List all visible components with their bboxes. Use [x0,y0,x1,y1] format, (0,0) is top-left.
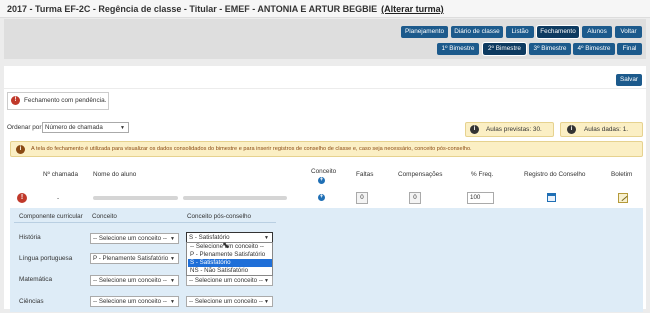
order-label: Ordenar por: [7,124,44,131]
save-button[interactable]: Salvar [616,74,642,86]
chevron-down-icon: ▼ [170,256,175,262]
warning-icon: ! [17,193,27,203]
listao-button[interactable]: Listão [506,26,534,38]
header-compensacoes: Compensações [398,171,443,178]
aulas-previstas-text: Aulas previstas: 30. [486,126,542,133]
aulas-dadas-box: i Aulas dadas: 1. [560,122,643,137]
pending-alert: ! Fechamento com pendência. [7,92,109,110]
bimestre-1-button[interactable]: 1º Bimestre [437,43,479,55]
info-icon: i [470,125,479,134]
chevron-down-icon: ▼ [170,299,175,305]
header-boletim: Boletim [611,171,633,178]
info-banner: i A tela do fechamento é utilizada para … [10,141,643,157]
pending-alert-text: Fechamento com pendência. [24,97,107,104]
chevron-down-icon: ▼ [264,278,269,284]
header-faltas: Faltas [356,171,374,178]
conceito-select[interactable]: -- Selecione um conceito -- ▼ [90,233,179,244]
page-title: 2017 - Turma EF-2C - Regência de classe … [7,4,444,14]
pos-conselho-select-value: -- Selecione um conceito -- [189,298,263,305]
mouse-cursor-icon: ⬉ [222,240,230,250]
final-button[interactable]: Final [617,43,642,55]
planejamento-button[interactable]: Planejamento [401,26,448,38]
chevron-down-icon: ▼ [120,125,125,131]
conceito-select[interactable]: -- Selecione um conceito -- ▼ [90,275,179,286]
student-name-redacted [183,196,287,200]
save-bar [4,66,646,88]
pos-conselho-select-value: -- Selecione um conceito -- [189,277,263,284]
conceito-select[interactable]: -- Selecione um conceito -- ▼ [90,296,179,307]
info-icon: i [16,145,25,154]
conceito-select-value: -- Selecione um conceito -- [93,298,167,305]
fechamento-button[interactable]: Fechamento [536,25,580,39]
student-name-redacted [93,196,178,200]
alunos-button[interactable]: Alunos [582,26,612,38]
subject-ciencias: Ciências [19,298,44,305]
header-sub-conceito: Conceito [92,213,117,220]
warning-icon: ! [11,96,20,105]
header-componente: Componente curricular [19,213,83,220]
change-class-link[interactable]: (Alterar turma) [381,4,444,14]
chevron-down-icon: ▼ [170,236,175,242]
header-numero-chamada: Nº chamada [43,171,79,178]
freq-input[interactable]: 100 [467,192,494,204]
diario-button[interactable]: Diário de classe [451,26,503,38]
edit-report-icon[interactable] [618,193,628,203]
aulas-previstas-box: i Aulas previstas: 30. [465,122,554,137]
bimestre-2-button[interactable]: 2º Bimestre [482,42,527,56]
dropdown-option[interactable]: -- Selecione um conceito -- [188,243,272,251]
info-icon: i [567,125,576,134]
chevron-down-icon: ▼ [264,299,269,305]
header-nome-aluno: Nome do aluno [93,171,137,178]
pos-conselho-select[interactable]: -- Selecione um conceito -- ▼ [186,275,273,286]
conceito-select[interactable]: P - Plenamente Satisfatório ▼ [90,253,179,264]
chevron-down-icon: ▼ [170,278,175,284]
header-conceito: Conceito [311,168,337,175]
subject-matematica: Matemática [19,276,53,283]
dropdown-option[interactable]: P - Plenamente Satisfatório [188,251,272,259]
conceito-select-value: P - Plenamente Satisfatório [93,255,169,262]
bimestre-3-button[interactable]: 3º Bimestre [529,43,571,55]
subject-historia: História [19,234,41,241]
bimestre-4-button[interactable]: 4º Bimestre [573,43,615,55]
dropdown-option-selected[interactable]: S - Satisfatório [188,259,272,267]
class-title: 2017 - Turma EF-2C - Regência de classe … [7,4,378,14]
compensacoes-input[interactable]: 0 [409,192,421,204]
faltas-input[interactable]: 0 [356,192,368,204]
expand-plus-icon[interactable]: + [318,177,325,184]
dropdown-option[interactable]: NS - Não Satisfatório [188,267,272,275]
order-select-value: Número de chamada [45,124,103,131]
order-select[interactable]: Número de chamada ▼ [42,122,129,133]
pos-conselho-select[interactable]: -- Selecione um conceito -- ▼ [186,296,273,307]
expand-plus-icon[interactable]: + [318,194,325,201]
row-numero: - [57,195,60,202]
header-freq: % Freq. [471,171,494,178]
voltar-button[interactable]: Voltar [615,26,642,38]
conceito-select-value: -- Selecione um conceito -- [93,235,167,242]
info-banner-text: A tela do fechamento é utilizada para vi… [31,146,472,152]
page: 2017 - Turma EF-2C - Regência de classe … [0,0,650,313]
subject-lingua-portuguesa: Língua portuguesa [19,255,73,262]
header-pos-conselho: Conceito pós-conselho [187,213,252,220]
calendar-icon[interactable] [547,193,556,202]
header-registro-conselho: Registro do Conselho [524,171,586,178]
page-header: 2017 - Turma EF-2C - Regência de classe … [0,0,650,18]
aulas-dadas-text: Aulas dadas: 1. [584,126,629,133]
divider [14,222,276,223]
conceito-select-value: -- Selecione um conceito -- [93,277,167,284]
